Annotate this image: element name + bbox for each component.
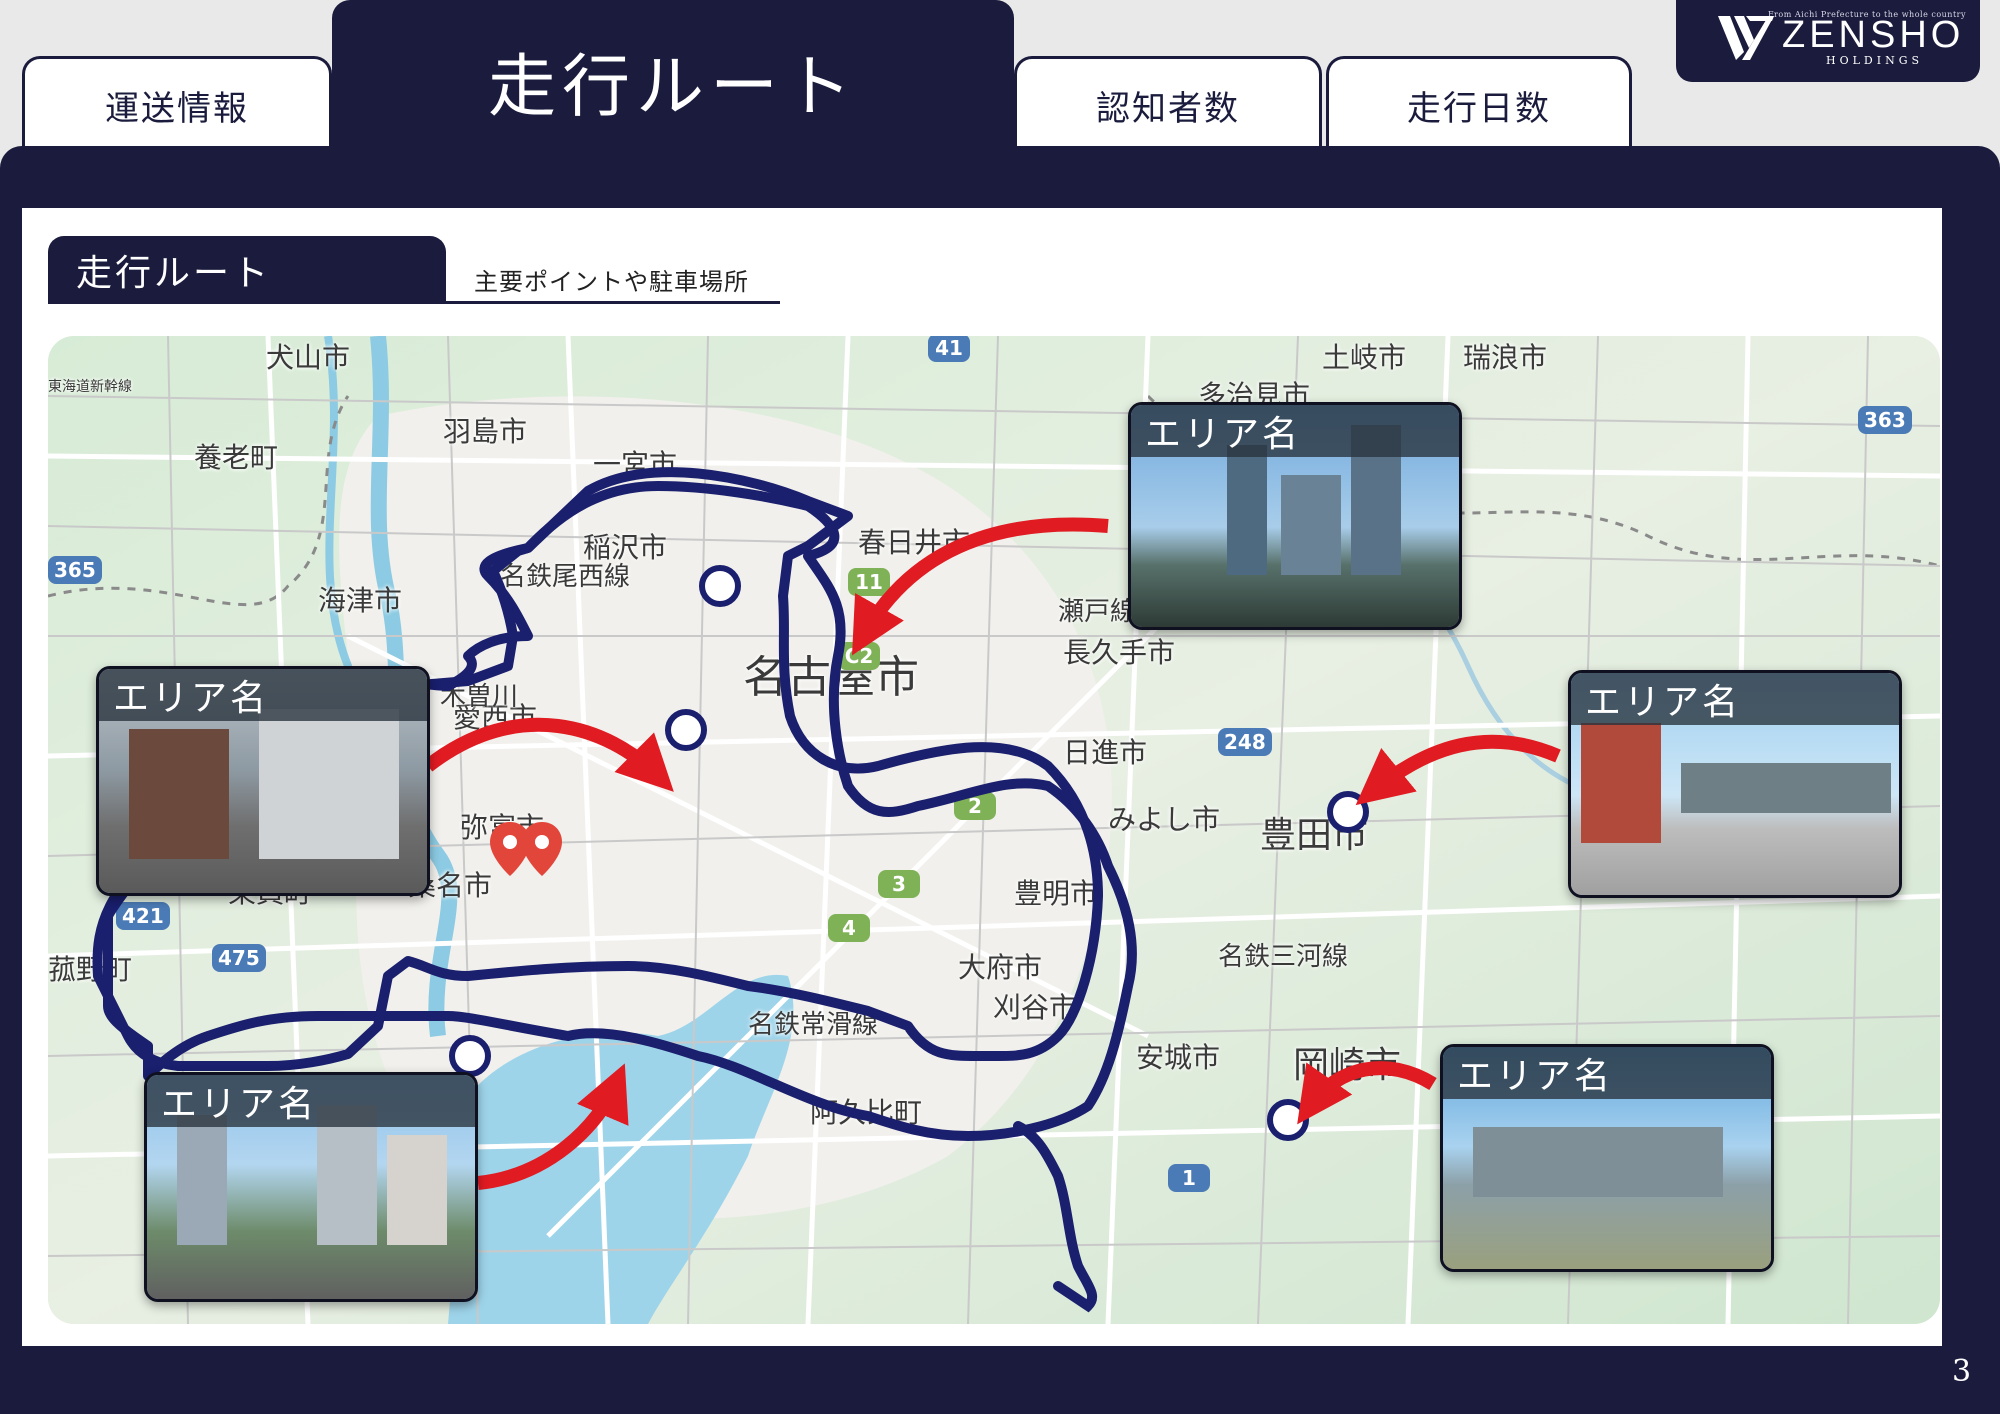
tab-label: 運送情報 <box>105 89 249 129</box>
arrow-icon <box>1297 1061 1437 1125</box>
area-photo-card[interactable]: エリア名 <box>1128 402 1462 630</box>
company-logo: From Aichi Prefecture to the whole count… <box>1676 0 1980 82</box>
waypoint-marker[interactable] <box>1327 791 1369 833</box>
tab-transport-info[interactable]: 運送情報 <box>22 56 332 152</box>
tab-awareness-count[interactable]: 認知者数 <box>1014 56 1322 152</box>
area-photo-card[interactable]: エリア名 <box>96 666 430 896</box>
section-subtitle: 主要ポイントや駐車場所 <box>446 258 780 304</box>
section-subtitle-text: 主要ポイントや駐車場所 <box>474 268 749 296</box>
area-label: エリア名 <box>147 1075 475 1127</box>
logo-mark-icon <box>1718 16 1774 60</box>
section-title-text: 走行ルート <box>76 253 272 294</box>
tab-driving-days[interactable]: 走行日数 <box>1326 56 1632 152</box>
section-title: 走行ルート <box>48 236 446 304</box>
arrow-icon <box>1355 734 1561 806</box>
arrow-icon <box>477 1063 629 1190</box>
tab-label: 走行ルート <box>487 47 858 127</box>
waypoint-marker[interactable] <box>665 709 707 751</box>
tab-label: 認知者数 <box>1096 89 1240 129</box>
area-photo-card[interactable]: エリア名 <box>1568 670 1902 898</box>
location-pin-icon[interactable] <box>522 822 562 876</box>
logo-sub: HOLDINGS <box>1826 54 1924 67</box>
tab-label: 走行日数 <box>1407 89 1551 129</box>
waypoint-marker[interactable] <box>699 565 741 607</box>
area-label: エリア名 <box>99 669 427 721</box>
area-photo-card[interactable]: エリア名 <box>144 1072 478 1302</box>
waypoint-marker[interactable] <box>449 1035 491 1077</box>
area-label: エリア名 <box>1571 673 1899 725</box>
page-number: 3 <box>1952 1354 1972 1389</box>
area-photo-card[interactable]: エリア名 <box>1440 1044 1774 1272</box>
arrow-icon <box>423 717 674 792</box>
tab-driving-route[interactable]: 走行ルート <box>332 0 1014 160</box>
area-label: エリア名 <box>1443 1047 1771 1099</box>
logo-name: ZENSHO <box>1782 14 1965 56</box>
area-label: エリア名 <box>1131 405 1459 457</box>
arrow-icon <box>852 517 1109 656</box>
waypoint-marker[interactable] <box>1267 1099 1309 1141</box>
